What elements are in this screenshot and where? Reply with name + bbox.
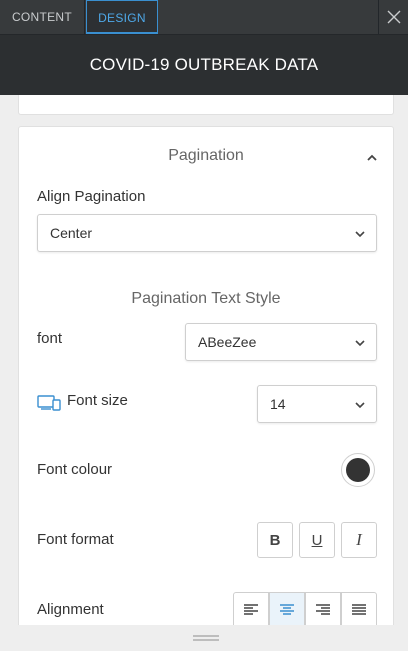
font-select[interactable]: ABeeZee <box>185 323 377 361</box>
align-right-icon <box>316 604 330 615</box>
pagination-section-title[interactable]: Pagination <box>19 147 393 165</box>
align-left-button[interactable] <box>233 592 269 628</box>
responsive-devices-icon[interactable] <box>37 395 61 411</box>
align-pagination-select[interactable]: Center <box>37 214 377 252</box>
font-format-label: Font format <box>37 531 114 548</box>
widget-title-bar: COVID-19 OUTBREAK DATA <box>0 34 408 95</box>
close-button[interactable] <box>378 0 408 34</box>
font-colour-label: Font colour <box>37 461 113 478</box>
tab-design[interactable]: DESIGN <box>86 0 158 34</box>
previous-section-card <box>18 95 394 115</box>
alignment-label: Alignment <box>37 601 104 618</box>
chevron-down-icon <box>355 402 365 409</box>
align-pagination-label: Align Pagination <box>37 188 146 205</box>
align-right-button[interactable] <box>305 592 341 628</box>
widget-title: COVID-19 OUTBREAK DATA <box>89 55 319 74</box>
font-colour-swatch <box>346 458 370 482</box>
italic-button[interactable]: I <box>341 522 377 558</box>
tab-content[interactable]: CONTENT <box>0 0 85 34</box>
font-size-value: 14 <box>270 396 286 412</box>
chevron-down-icon <box>355 340 365 347</box>
align-center-icon <box>280 604 294 615</box>
font-size-label: Font size <box>67 392 128 409</box>
underline-button[interactable]: U <box>299 522 335 558</box>
font-colour-picker[interactable] <box>341 453 375 487</box>
align-left-icon <box>244 604 258 615</box>
align-justify-button[interactable] <box>341 592 377 628</box>
align-center-button[interactable] <box>269 592 305 628</box>
chevron-down-icon <box>355 231 365 238</box>
font-size-select[interactable]: 14 <box>257 385 377 423</box>
top-tab-bar: CONTENT DESIGN <box>0 0 408 34</box>
pagination-panel: Pagination Align Pagination Center Pagin… <box>18 126 394 646</box>
align-justify-icon <box>352 604 366 615</box>
font-label: font <box>37 330 63 347</box>
align-pagination-value: Center <box>50 225 93 241</box>
bold-button[interactable]: B <box>257 522 293 558</box>
pagination-text-style-title: Pagination Text Style <box>131 290 281 307</box>
chevron-up-icon[interactable] <box>365 151 379 165</box>
font-value: ABeeZee <box>198 334 257 350</box>
close-icon <box>387 10 400 24</box>
drag-handle-icon[interactable] <box>193 635 219 641</box>
resize-handle-bar <box>0 625 408 651</box>
